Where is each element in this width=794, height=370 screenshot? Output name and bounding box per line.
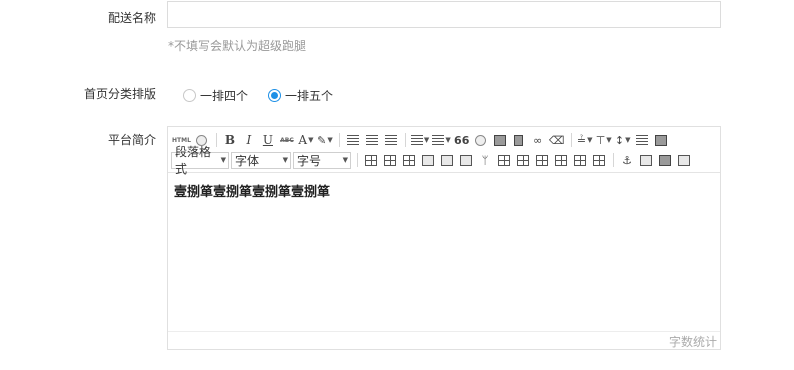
indent-icon[interactable] [633,131,651,149]
align-right-icon[interactable] [382,131,400,149]
unordered-list-icon[interactable]: ▼ [431,131,451,149]
toolbar-divider [357,153,358,167]
font-color-label: A [298,133,308,147]
font-size-value: 字号 [297,153,322,168]
chevron-down-icon: ▼ [445,136,451,144]
toolbar-divider [404,133,406,147]
radio-checked-icon[interactable] [268,89,282,102]
link-icon[interactable]: ∞ [529,131,547,149]
font-color-button[interactable]: A ▼ [297,131,315,149]
blockquote-button[interactable]: 66 [453,131,471,149]
paragraph-spacing-icon[interactable]: ⊤ ▼ [595,131,613,149]
home-layout-radio-group: 一排四个 一排五个 [183,87,353,104]
chevron-down-icon: ▼ [308,136,314,144]
align-left-icon[interactable] [344,131,362,149]
chevron-down-icon: ▼ [587,136,593,144]
insert-code-icon[interactable] [637,151,655,169]
toolbar-divider [338,133,340,147]
anchor-icon[interactable]: ⚓ [618,151,636,169]
radio-option-five-per-row[interactable]: 一排五个 [268,87,333,104]
delivery-name-input[interactable] [167,1,721,28]
insert-table-icon[interactable] [362,151,380,169]
merge-cells-icon[interactable] [495,151,513,169]
insert-row-after-icon[interactable] [400,151,418,169]
paragraph-format-value: 段落格式 [175,145,212,176]
eraser-icon[interactable]: ⌫ [548,131,566,149]
delete-col-icon[interactable]: ᛘ [476,151,494,169]
bold-button[interactable]: B [221,131,239,149]
delivery-name-label: 配送名称 [107,11,156,25]
template-icon[interactable] [675,151,693,169]
radio-label: 一排四个 [200,89,249,103]
highlight-color-icon[interactable]: ✎ ▼ [316,131,334,149]
line-height-icon[interactable]: ↕ ▼ [614,131,632,149]
split-rows-icon[interactable] [571,151,589,169]
delete-row-icon[interactable] [419,151,437,169]
editor-content-area[interactable]: 壹捌箪壹捌箪壹捌箪壹捌箪 [168,173,720,331]
editor-toolbar: HTML B I U ABC A ▼ ✎ ▼ ▼ ▼ 66 ∞ ⌫ ≟ ▼ ⊤ ▼ ↕ [168,127,720,176]
chevron-down-icon: ▼ [606,136,612,144]
toolbar-row-2: 段落格式 ▼ 字体 ▼ 字号 ▼ ᛘ ⚓ [171,145,717,176]
ordered-list-icon[interactable]: ▼ [410,131,430,149]
toolbar-row-1: HTML B I U ABC A ▼ ✎ ▼ ▼ ▼ 66 ∞ ⌫ ≟ ▼ ⊤ ▼ ↕ [171,130,717,150]
emoji-icon[interactable] [472,131,490,149]
paragraph-format-select[interactable]: 段落格式 ▼ [171,145,229,176]
chevron-down-icon: ▼ [327,136,333,144]
print-icon[interactable] [656,151,674,169]
font-size-select[interactable]: 字号 ▼ [293,151,351,169]
split-cols-icon[interactable] [590,151,608,169]
split-cells-icon[interactable] [552,151,570,169]
font-family-value: 字体 [235,153,260,168]
font-family-select[interactable]: 字体 ▼ [231,151,291,169]
chevron-down-icon: ▼ [282,156,288,164]
home-layout-label: 首页分类排版 [83,87,156,101]
insert-col-before-icon[interactable] [438,151,456,169]
rich-text-editor: HTML B I U ABC A ▼ ✎ ▼ ▼ ▼ 66 ∞ ⌫ ≟ ▼ ⊤ ▼ ↕ [167,126,721,350]
insert-row-before-icon[interactable] [381,151,399,169]
italic-button[interactable]: I [240,131,258,149]
radio-label: 一排五个 [285,89,334,103]
merge-right-icon[interactable] [514,151,532,169]
fullscreen-icon[interactable] [652,131,670,149]
video-icon[interactable] [510,131,528,149]
platform-intro-label: 平台简介 [107,133,156,147]
toolbar-divider [570,133,572,147]
toolbar-divider [613,153,614,167]
merge-down-icon[interactable] [533,151,551,169]
chevron-down-icon: ▼ [220,156,226,164]
delivery-name-hint: *不填写会默认为超级跑腿 [168,39,307,53]
chevron-down-icon: ▼ [342,156,348,164]
radio-option-four-per-row[interactable]: 一排四个 [183,87,248,104]
underline-button[interactable]: U [259,131,277,149]
insert-col-after-icon[interactable] [457,151,475,169]
horizontal-rule-icon[interactable]: ≟ ▼ [576,131,594,149]
align-center-icon[interactable] [363,131,381,149]
chevron-down-icon: ▼ [625,136,631,144]
strikethrough-button[interactable]: ABC [278,131,296,149]
radio-unchecked-icon[interactable] [183,89,196,102]
chevron-down-icon: ▼ [423,136,430,144]
word-count-label: 字数统计 [168,331,720,349]
image-icon[interactable] [491,131,509,149]
